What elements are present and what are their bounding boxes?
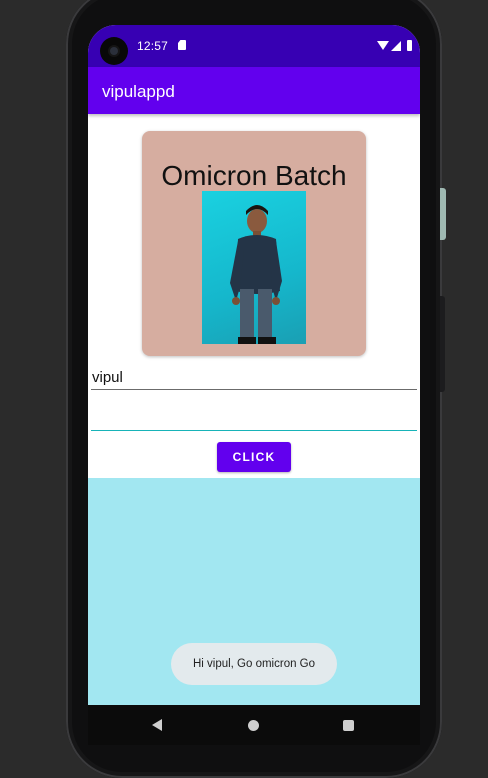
message-input[interactable] [91, 397, 417, 431]
recents-icon[interactable] [343, 720, 354, 731]
camera-icon [100, 37, 128, 65]
phone-power-button [440, 188, 446, 240]
navigation-bar [88, 705, 420, 745]
wifi-icon [377, 41, 389, 50]
profile-card: Omicron Batch [142, 131, 366, 356]
profile-photo [202, 191, 306, 344]
status-bar: 12:57 [88, 25, 420, 67]
name-input[interactable]: vipul [91, 363, 417, 390]
name-input-value: vipul [92, 369, 123, 386]
phone-volume-button [440, 296, 445, 392]
click-button[interactable]: CLICK [217, 442, 291, 472]
app-bar: vipulappd [88, 67, 420, 114]
back-icon[interactable] [152, 719, 162, 731]
status-time: 12:57 [137, 39, 169, 53]
app-title: vipulappd [102, 82, 175, 101]
signal-icon [391, 41, 401, 51]
sd-card-icon [178, 40, 186, 50]
card-title: Omicron Batch [161, 160, 347, 191]
toast-message: Hi vipul, Go omicron Go [171, 643, 337, 685]
home-icon[interactable] [248, 720, 259, 731]
battery-icon [407, 40, 412, 51]
person-illustration [230, 205, 282, 344]
device-screen: 12:57 vipulappd Omicron Batch vipul CLIC… [88, 25, 420, 745]
